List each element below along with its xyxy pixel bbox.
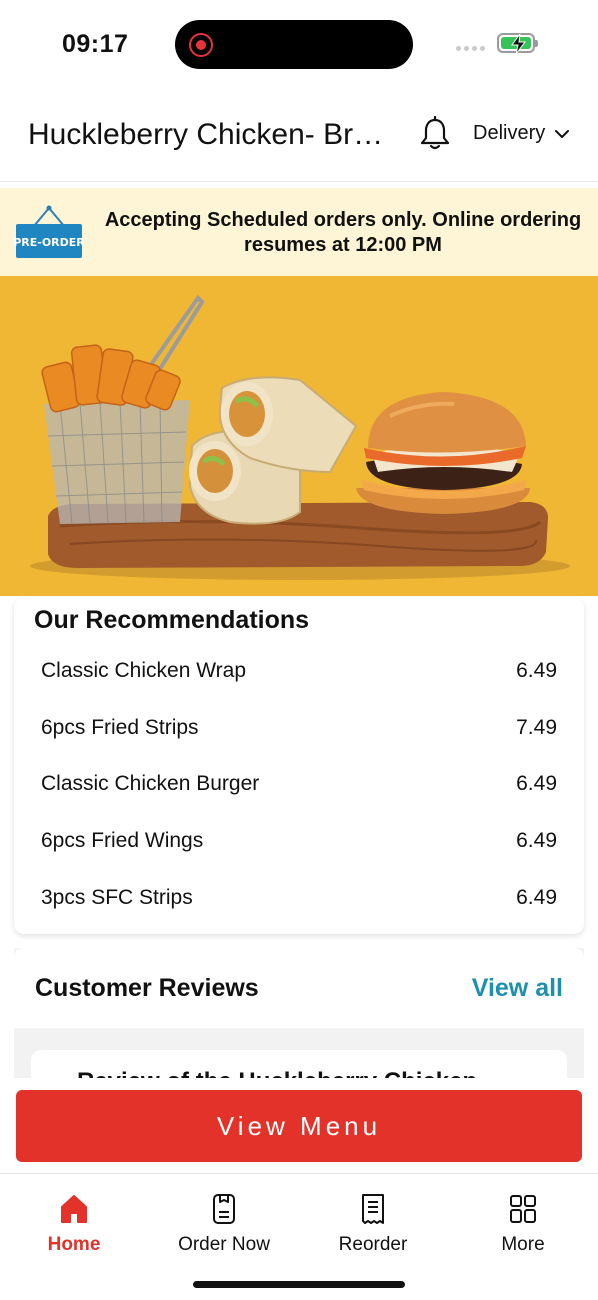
tab-label: More bbox=[501, 1234, 545, 1255]
banner-message: Accepting Scheduled orders only. Online … bbox=[104, 209, 582, 256]
item-name: 6pcs Fried Strips bbox=[41, 716, 199, 739]
reviews-header: Customer Reviews View all bbox=[14, 948, 584, 1028]
home-icon bbox=[61, 1195, 87, 1223]
item-name: 3pcs SFC Strips bbox=[41, 886, 193, 909]
preorder-sign-icon: PRE-ORDER bbox=[13, 204, 85, 260]
delivery-mode-label: Delivery bbox=[473, 122, 546, 144]
view-menu-button[interactable]: View Menu bbox=[16, 1090, 582, 1162]
status-bar: 09:17 bbox=[0, 0, 598, 90]
receipt-icon bbox=[362, 1194, 384, 1224]
customer-reviews-section: Customer Reviews View all Review of the … bbox=[14, 948, 584, 1110]
item-name: Classic Chicken Wrap bbox=[41, 659, 247, 682]
item-price: 6.49 bbox=[516, 829, 557, 852]
chevron-down-icon bbox=[555, 129, 570, 138]
item-price: 6.49 bbox=[516, 772, 557, 795]
item-name: 6pcs Fried Wings bbox=[41, 829, 204, 852]
recommendation-item[interactable]: Classic Chicken Burger 6.49 bbox=[41, 764, 557, 804]
recommendation-item[interactable]: 6pcs Fried Strips 7.49 bbox=[41, 708, 557, 748]
store-name[interactable]: Huckleberry Chicken- Brooklyn bbox=[28, 118, 398, 152]
recommendation-item[interactable]: 3pcs SFC Strips 6.49 bbox=[41, 878, 557, 918]
tab-home[interactable]: Home bbox=[14, 1192, 134, 1256]
grid-icon bbox=[510, 1195, 536, 1223]
item-price: 6.49 bbox=[516, 886, 557, 909]
hero-food-image bbox=[0, 276, 598, 596]
home-indicator[interactable] bbox=[193, 1281, 405, 1288]
battery-icon bbox=[497, 33, 538, 54]
item-name: Classic Chicken Burger bbox=[41, 772, 260, 795]
view-menu-bar: View Menu bbox=[0, 1078, 598, 1173]
preorder-banner: PRE-ORDER Accepting Scheduled orders onl… bbox=[0, 188, 598, 276]
recommendation-item[interactable]: 6pcs Fried Wings 6.49 bbox=[41, 821, 557, 861]
tab-order-now[interactable]: Order Now bbox=[164, 1192, 284, 1256]
recommendations-card: Our Recommendations Classic Chicken Wrap… bbox=[14, 598, 584, 934]
preorder-tag-label: PRE-ORDER bbox=[14, 236, 84, 249]
status-time: 09:17 bbox=[62, 30, 129, 58]
screen-record-icon bbox=[189, 33, 213, 57]
delivery-mode-selector[interactable]: Delivery bbox=[473, 122, 570, 145]
order-icon bbox=[213, 1194, 235, 1224]
tab-label: Reorder bbox=[338, 1234, 408, 1255]
view-all-reviews-link[interactable]: View all bbox=[472, 974, 563, 1003]
tab-reorder[interactable]: Reorder bbox=[313, 1192, 433, 1256]
bell-icon[interactable] bbox=[418, 115, 452, 152]
signal-icon bbox=[456, 46, 485, 51]
reviews-title: Customer Reviews bbox=[35, 974, 259, 1002]
tab-more[interactable]: More bbox=[463, 1192, 583, 1256]
app-header: Huckleberry Chicken- Brooklyn Delivery bbox=[0, 90, 598, 182]
tab-label: Order Now bbox=[178, 1234, 270, 1255]
dynamic-island bbox=[175, 20, 413, 69]
recommendations-title: Our Recommendations bbox=[34, 606, 310, 634]
item-price: 7.49 bbox=[516, 716, 557, 739]
item-price: 6.49 bbox=[516, 659, 557, 682]
tab-label: Home bbox=[47, 1234, 101, 1255]
recommendation-item[interactable]: Classic Chicken Wrap 6.49 bbox=[41, 651, 557, 691]
